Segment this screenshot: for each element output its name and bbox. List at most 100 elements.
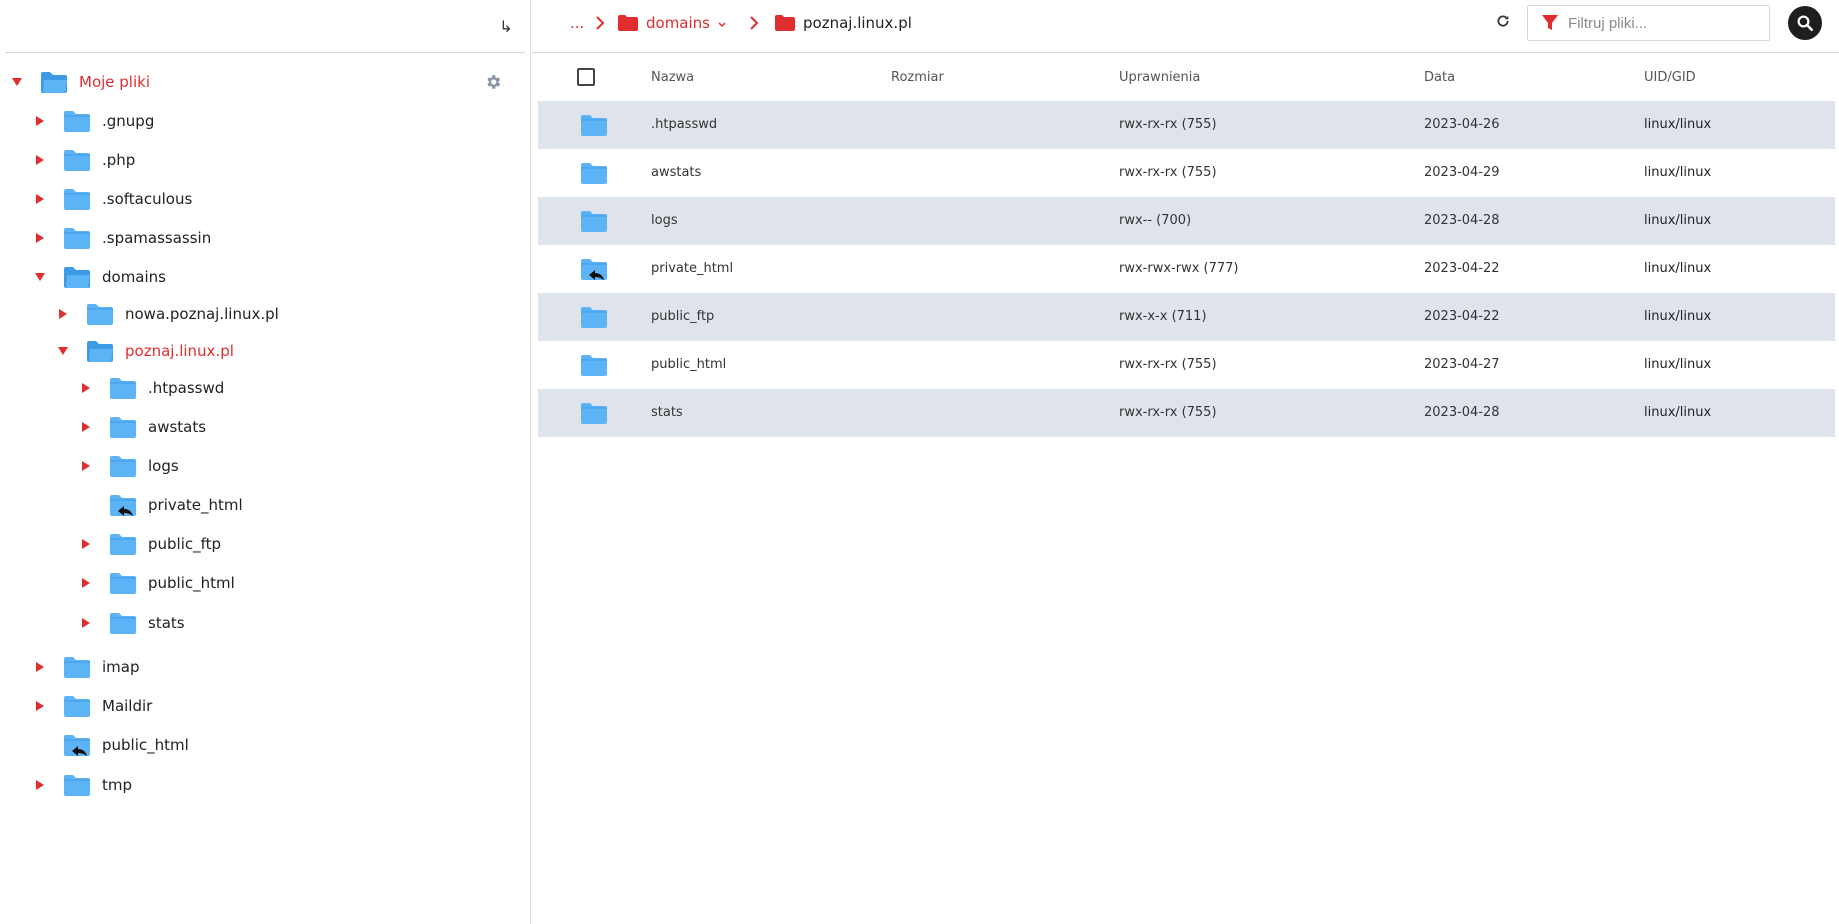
folder-icon [580, 401, 608, 425]
cell-name: .htpasswd [651, 117, 718, 132]
cell-owner: linux/linux [1644, 117, 1712, 132]
cell-permissions: rwx-- (700) [1119, 213, 1192, 228]
gear-icon[interactable] [484, 73, 502, 91]
tree-item[interactable]: .gnupg [33, 105, 154, 137]
column-header-date[interactable]: Data [1424, 70, 1455, 85]
collapse-toggle-icon[interactable] [33, 270, 47, 284]
tree-item[interactable]: domains [33, 261, 166, 293]
expand-toggle-icon[interactable] [79, 576, 93, 590]
tree-item[interactable]: public_html [79, 567, 235, 599]
cell-date: 2023-04-22 [1424, 309, 1500, 324]
expand-toggle-icon[interactable] [79, 537, 93, 551]
search-icon[interactable] [1788, 6, 1822, 40]
expand-toggle-icon[interactable] [79, 616, 93, 630]
column-header-permissions[interactable]: Uprawnienia [1119, 70, 1200, 85]
table-row[interactable]: public_html rwx-rx-rx (755) 2023-04-27 linu… [538, 341, 1835, 389]
folder-icon [63, 226, 91, 250]
tree-item[interactable]: poznaj.linux.pl [56, 335, 234, 367]
expand-toggle-icon[interactable] [33, 114, 47, 128]
breadcrumb-ellipsis[interactable]: ... [570, 0, 584, 46]
tree-root-moje-pliki[interactable]: Moje pliki [10, 66, 150, 98]
folder-icon [109, 571, 137, 595]
table-row[interactable]: stats rwx-rx-rx (755) 2023-04-28 linux/linu… [538, 389, 1835, 437]
tree-item[interactable]: public_html [33, 729, 189, 761]
tree-item-label: awstats [148, 418, 207, 436]
cell-permissions: rwx-rx-rx (755) [1119, 117, 1217, 132]
folder-icon [618, 15, 638, 31]
cell-date: 2023-04-26 [1424, 117, 1500, 132]
breadcrumb-label: poznaj.linux.pl [803, 14, 912, 32]
expand-toggle-icon[interactable] [33, 660, 47, 674]
tree-item[interactable]: .php [33, 144, 135, 176]
folder-icon [580, 113, 608, 137]
cell-permissions: rwx-rx-rx (755) [1119, 357, 1217, 372]
tree-item-label: poznaj.linux.pl [125, 342, 234, 360]
table-row[interactable]: awstats rwx-rx-rx (755) 2023-04-29 linux/li… [538, 149, 1835, 197]
select-all-checkbox[interactable] [577, 68, 595, 86]
table-header: Nazwa Rozmiar Uprawnienia Data UID/GID [538, 53, 1835, 101]
tree-item[interactable]: Maildir [33, 690, 152, 722]
tree-item[interactable]: .softaculous [33, 183, 192, 215]
tree-item[interactable]: public_ftp [79, 528, 221, 560]
expand-toggle-icon[interactable] [33, 231, 47, 245]
cell-owner: linux/linux [1644, 357, 1712, 372]
tree-item[interactable]: imap [33, 651, 140, 683]
column-header-name[interactable]: Nazwa [651, 70, 694, 85]
column-header-owner[interactable]: UID/GID [1644, 70, 1696, 85]
tree-item-label: .spamassassin [102, 229, 212, 247]
folder-link-icon [63, 733, 91, 757]
table-row[interactable]: public_ftp rwx-x-x (711) 2023-04-22 linux/l… [538, 293, 1835, 341]
cell-name: public_ftp [651, 309, 715, 324]
toolbar: ... domains poznaj.linux.pl [532, 0, 1839, 53]
column-header-size[interactable]: Rozmiar [891, 70, 944, 85]
tree-item[interactable]: .htpasswd [79, 372, 224, 404]
arrow-down-right-icon[interactable]: ↳ [495, 16, 517, 38]
tree-item-label: public_ftp [148, 535, 222, 553]
expand-toggle-icon[interactable] [79, 381, 93, 395]
expand-toggle-icon[interactable] [33, 699, 47, 713]
cell-date: 2023-04-28 [1424, 213, 1500, 228]
expand-toggle-icon[interactable] [33, 778, 47, 792]
cell-owner: linux/linux [1644, 165, 1712, 180]
table-row[interactable]: private_html rwx-rwx-rwx (777) 2023-04-22 l… [538, 245, 1835, 293]
tree-item[interactable]: awstats [79, 411, 206, 443]
breadcrumb-label: domains [646, 14, 710, 32]
tree-item-label: .softaculous [102, 190, 193, 208]
table-row[interactable]: .htpasswd rwx-rx-rx (755) 2023-04-26 linux/… [538, 101, 1835, 149]
expand-toggle-icon[interactable] [79, 459, 93, 473]
tree-item-label: Maildir [102, 697, 153, 715]
expand-toggle-icon[interactable] [79, 420, 93, 434]
tree-item-label: .htpasswd [148, 379, 225, 397]
tree-item-label: domains [102, 268, 166, 286]
cell-date: 2023-04-28 [1424, 405, 1500, 420]
filter-input[interactable] [1568, 14, 1758, 32]
expand-toggle-icon[interactable] [10, 75, 24, 89]
folder-icon [109, 532, 137, 556]
tree-item[interactable]: nowa.poznaj.linux.pl [56, 298, 279, 330]
cell-name: private_html [651, 261, 734, 276]
filter-icon [1542, 15, 1558, 31]
tree-item[interactable]: logs [79, 450, 179, 482]
cell-permissions: rwx-rx-rx (755) [1119, 405, 1217, 420]
tree-item[interactable]: .spamassassin [33, 222, 211, 254]
tree-item[interactable]: private_html [79, 489, 243, 521]
folder-icon [109, 415, 137, 439]
cell-date: 2023-04-29 [1424, 165, 1500, 180]
expand-toggle-icon[interactable] [33, 153, 47, 167]
filter-field[interactable] [1527, 5, 1770, 41]
folder-icon [63, 148, 91, 172]
expand-toggle-icon[interactable] [56, 307, 70, 321]
collapse-toggle-icon[interactable] [56, 344, 70, 358]
expand-toggle-icon[interactable] [33, 192, 47, 206]
tree-item[interactable]: tmp [33, 769, 132, 801]
refresh-icon[interactable] [1492, 12, 1514, 34]
sidebar-header: ↳ [5, 0, 525, 53]
folder-open-icon [40, 70, 68, 94]
tree-item-label: logs [148, 457, 179, 475]
tree-item[interactable]: stats [79, 607, 185, 639]
cell-owner: linux/linux [1644, 405, 1712, 420]
chevron-down-icon[interactable] [718, 14, 726, 32]
breadcrumb-item-domains[interactable]: domains [618, 0, 726, 46]
breadcrumb-item-current[interactable]: poznaj.linux.pl [775, 0, 912, 46]
table-row[interactable]: logs rwx-- (700) 2023-04-28 linux/linux [538, 197, 1835, 245]
